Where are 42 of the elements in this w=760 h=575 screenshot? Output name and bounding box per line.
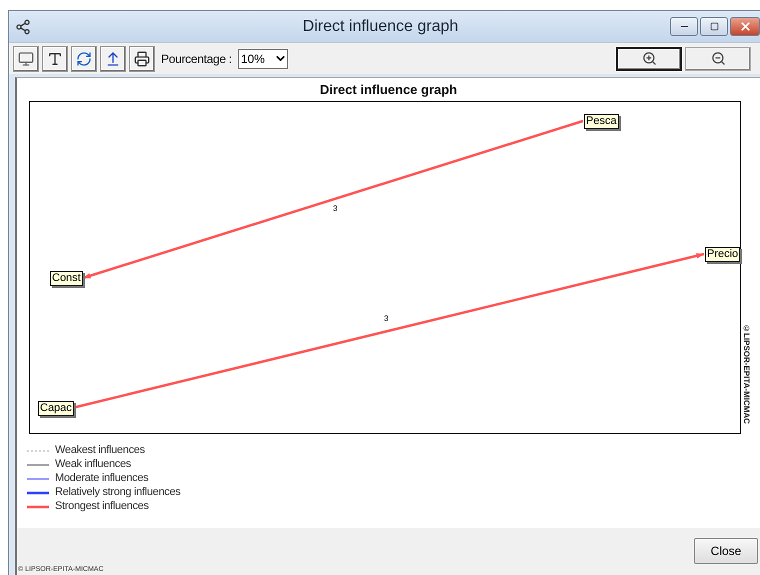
percentage-label: Pourcentage : [161,52,232,66]
font-button[interactable] [42,46,68,72]
zoom-out-icon [710,51,726,66]
percentage-dropdown[interactable]: 10% [238,48,288,68]
legend-line [27,462,49,466]
variable-node: Precio [705,247,740,262]
legend-label: Relatively strong influences [55,486,181,499]
close-button[interactable]: Close [694,538,758,564]
legend-label: Strongest influences [55,500,150,513]
close-window-button[interactable] [730,17,760,36]
legend-label: Weak influences [55,458,132,471]
graph-icon [15,18,31,34]
variable-node: Capac [38,401,74,416]
letter-icon [47,50,63,66]
screen-button[interactable] [13,46,39,72]
zoom-in-icon [642,51,656,66]
minimize-button[interactable] [670,17,698,36]
legend-line [27,476,49,480]
legend-label: Weakest influences [55,444,146,457]
variable-node: Const [50,271,83,286]
close-icon [738,20,752,33]
printer-icon [134,50,150,66]
influence-value: 3 [384,314,388,323]
legend-label: Moderate influences [55,472,150,485]
upload-button[interactable] [100,46,126,72]
zoom-in-button[interactable] [616,46,682,70]
maximize-button[interactable] [700,17,728,36]
monitor-icon [18,50,34,66]
maximize-icon [710,22,718,31]
refresh-icon [76,50,92,66]
window-title: Direct influence graph [302,18,460,36]
graph-title: Direct influence graph [318,82,458,97]
legend-line [27,448,49,452]
legend-line [27,504,49,508]
upload-icon [105,50,121,66]
zoom-out-button[interactable] [685,46,751,70]
copyright-text: ©LIPSOR-EPITA-MICMAC [742,324,751,424]
print-button[interactable] [129,46,155,72]
influence-value: 3 [333,204,338,213]
refresh-button[interactable] [71,46,97,72]
variable-node: Pesca [584,114,619,129]
legend-line [27,490,49,494]
